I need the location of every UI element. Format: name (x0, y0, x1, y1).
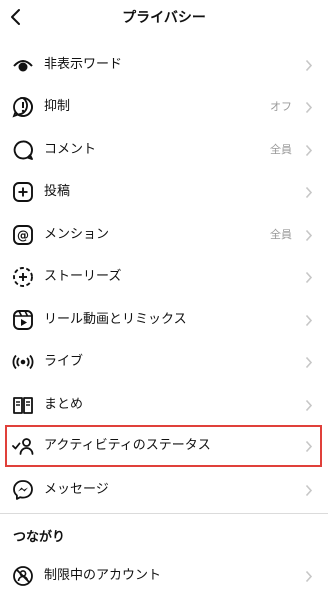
page-title: プライバシー (122, 10, 206, 26)
section-divider (0, 513, 328, 514)
menu-item-label: コメント (44, 142, 97, 157)
chevron-right-icon (304, 569, 314, 583)
menu-item-label: 制限中のアカウント (44, 568, 162, 583)
menu-item-label: メンション (44, 227, 110, 242)
comment-bubble-icon (12, 139, 34, 161)
guide-book-icon (12, 394, 34, 416)
chevron-right-icon (304, 228, 314, 242)
activity-status-icon (12, 435, 34, 457)
menu-item-messages[interactable]: メッセージ (0, 469, 328, 511)
menu-item-label: メッセージ (44, 482, 109, 497)
menu-item-mentions[interactable]: @ メンション 全員 (0, 214, 328, 256)
section-heading: つながり (13, 530, 66, 545)
at-sign-icon: @ (12, 224, 34, 246)
menu-item-label: 抑制 (44, 99, 71, 114)
reels-icon (12, 309, 34, 331)
menu-item-comments[interactable]: コメント 全員 (0, 129, 328, 171)
eye-slash-icon (12, 54, 34, 76)
menu-item-reels-remix[interactable]: リール動画とリミックス (0, 299, 328, 341)
chevron-right-icon (304, 270, 314, 284)
menu-item-label: ストーリーズ (44, 269, 122, 284)
chevron-right-icon (304, 355, 314, 369)
story-plus-icon (12, 266, 34, 288)
header: プライバシー (0, 0, 328, 36)
menu-item-stories[interactable]: ストーリーズ (0, 256, 328, 298)
chevron-right-icon (304, 58, 314, 72)
live-broadcast-icon (12, 351, 34, 373)
menu-item-label: まとめ (44, 397, 84, 412)
restricted-account-icon (12, 565, 34, 587)
svg-text:@: @ (17, 229, 29, 243)
menu-item-guides[interactable]: まとめ (0, 384, 328, 426)
menu-item-live[interactable]: ライブ (0, 341, 328, 383)
plus-square-icon (12, 181, 34, 203)
limit-alert-icon (12, 96, 34, 118)
menu-item-posts[interactable]: 投稿 (0, 171, 328, 213)
menu-item-value: オフ (270, 100, 292, 113)
chevron-right-icon (304, 143, 314, 157)
menu-item-activity-status[interactable]: アクティビティのステータス (0, 425, 328, 467)
chevron-right-icon (304, 483, 314, 497)
menu-item-label: リール動画とリミックス (44, 312, 187, 327)
menu-item-label: ライブ (44, 354, 84, 369)
menu-item-value: 全員 (270, 143, 292, 156)
chevron-right-icon (304, 439, 314, 453)
menu-item-label: 投稿 (44, 184, 71, 199)
chevron-right-icon (304, 100, 314, 114)
menu-item-limits[interactable]: 抑制 オフ (0, 86, 328, 128)
menu-item-value: 全員 (270, 228, 292, 241)
messenger-icon (12, 479, 34, 501)
menu-item-hidden-words[interactable]: 非表示ワード (0, 44, 328, 86)
chevron-right-icon (304, 398, 314, 412)
menu-item-restricted-accounts[interactable]: 制限中のアカウント (0, 555, 328, 597)
chevron-right-icon (304, 313, 314, 327)
menu-item-label: アクティビティのステータス (44, 438, 211, 453)
chevron-right-icon (304, 185, 314, 199)
menu-item-label: 非表示ワード (44, 57, 123, 72)
